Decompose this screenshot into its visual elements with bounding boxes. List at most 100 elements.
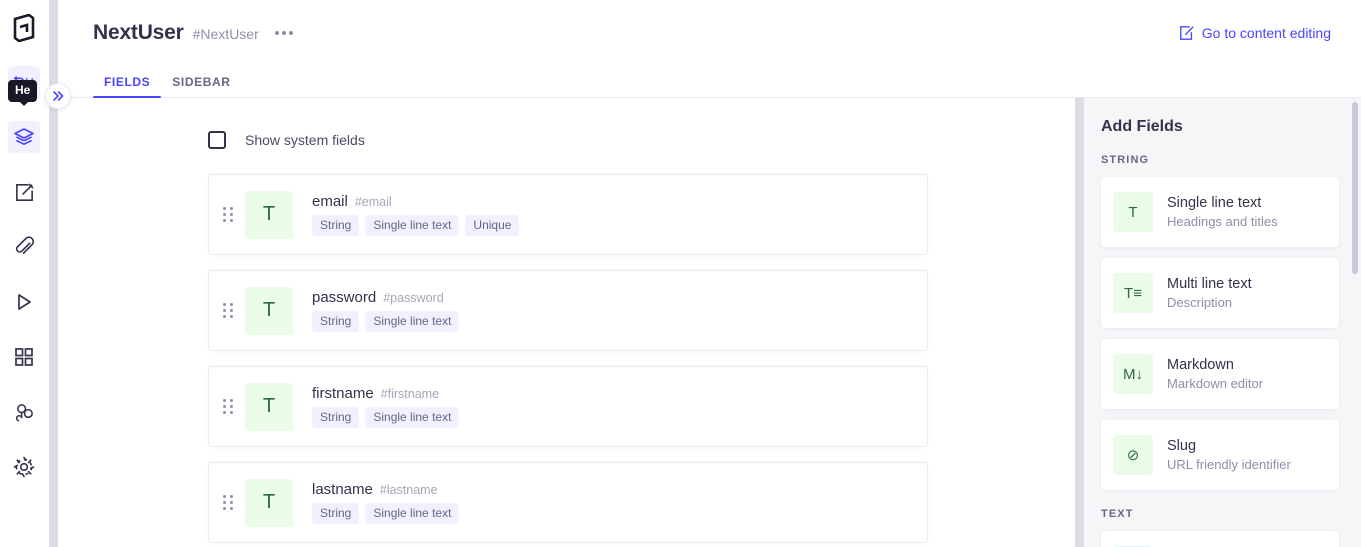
- field-key: #firstname: [380, 387, 440, 401]
- ellipsis-icon: [274, 30, 279, 35]
- field-option-card[interactable]: T≡ Multi line text Description: [1101, 258, 1339, 328]
- field-name: lastname: [312, 481, 373, 498]
- add-fields-groups: STRING T Single line text Headings and titl…: [1101, 154, 1339, 547]
- field-card[interactable]: Tfirstname #firstname String Single line te…: [208, 366, 928, 447]
- status-badge: Single line text: [365, 215, 460, 236]
- field-card[interactable]: Temail #email String Single line text Unique: [208, 174, 928, 255]
- single-line-text-icon: T: [245, 286, 293, 335]
- field-card[interactable]: Tlastname #lastname String Single line text: [208, 462, 928, 543]
- sidebar-item-webhooks[interactable]: [8, 396, 40, 428]
- edit-pencil-icon: [14, 182, 35, 203]
- field-option-description: URL friendly identifier: [1167, 457, 1291, 472]
- sidebar-item-layers[interactable]: [8, 121, 40, 153]
- header-more-button[interactable]: [273, 25, 295, 41]
- field-option-card[interactable]: ▭Rich text: [1101, 531, 1339, 547]
- rail-item-list: M: [0, 66, 48, 483]
- page-title: NextUser: [93, 20, 184, 44]
- sidebar-tooltip: He: [8, 80, 38, 106]
- field-option-name: Slug: [1167, 438, 1197, 454]
- field-option-text: Markdown Markdown editor: [1167, 357, 1263, 391]
- show-system-fields-row[interactable]: Show system fields: [208, 131, 1075, 149]
- sidebar-item-plugins[interactable]: [8, 341, 40, 373]
- status-badge: String: [312, 407, 360, 428]
- field-card[interactable]: Tpassword #password String Single line text: [208, 270, 928, 351]
- paperclip-icon: [14, 236, 35, 258]
- field-option-list: T Single line text Headings and titles T≡ Mu…: [1101, 177, 1339, 490]
- status-badge: String: [312, 311, 360, 332]
- add-fields-title: Add Fields: [1101, 118, 1183, 135]
- header-title-group: NextUser #NextUser: [93, 21, 295, 45]
- tab-sidebar[interactable]: SIDEBAR: [161, 75, 241, 97]
- field-name: firstname: [312, 385, 374, 402]
- field-body: password #password String Single line text: [312, 289, 460, 332]
- status-badge: Single line text: [365, 311, 460, 332]
- field-option-description: Description: [1167, 295, 1233, 310]
- field-key: #lastname: [379, 483, 438, 497]
- page-uid: #NextUser: [192, 25, 259, 42]
- drag-handle-icon[interactable]: [219, 399, 237, 414]
- status-badge: Single line text: [365, 407, 460, 428]
- field-key: #email: [354, 195, 392, 209]
- field-badges: String Single line text Unique: [312, 215, 520, 236]
- show-system-fields-checkbox[interactable]: [208, 131, 226, 149]
- strapi-logo-icon[interactable]: [8, 12, 40, 44]
- play-triangle-icon: [14, 292, 34, 312]
- markdown-icon: M↓: [1113, 354, 1153, 394]
- sidebar-collapse-button[interactable]: [45, 83, 71, 109]
- field-option-card[interactable]: ⊘ Slug URL friendly identifier: [1101, 420, 1339, 490]
- sidebar-item-content-manager[interactable]: [8, 176, 40, 208]
- single-line-text-icon: T: [245, 382, 293, 431]
- drag-handle-icon[interactable]: [219, 495, 237, 510]
- field-badges: String Single line text: [312, 311, 460, 332]
- status-badge: Single line text: [365, 503, 460, 524]
- field-body: email #email String Single line text Unique: [312, 193, 520, 236]
- field-card-list: Temail #email String Single line text Unique…: [208, 174, 928, 543]
- drag-handle-icon[interactable]: [219, 207, 237, 222]
- single-line-text-icon: T: [245, 190, 293, 239]
- link-chain-icon: ⊘: [1113, 435, 1153, 475]
- field-option-description: Headings and titles: [1167, 214, 1278, 229]
- add-fields-panel: Add Fields STRING T Single line text Headin…: [1084, 98, 1361, 547]
- field-key: #password: [383, 291, 444, 305]
- ellipsis-icon: [288, 30, 293, 35]
- sidebar-item-playground[interactable]: [8, 286, 40, 318]
- field-body: firstname #firstname String Single line tex…: [312, 385, 460, 428]
- field-badges: String Single line text: [312, 407, 460, 428]
- layers-icon: [13, 127, 35, 147]
- single-line-text-icon: T: [1113, 192, 1153, 232]
- field-name: email: [312, 193, 348, 210]
- go-to-content-editing-link[interactable]: Go to content editing: [1179, 25, 1331, 41]
- show-system-fields-label: Show system fields: [245, 132, 365, 148]
- drag-handle-icon[interactable]: [219, 303, 237, 318]
- field-option-name: Single line text: [1167, 195, 1262, 211]
- status-badge: String: [312, 503, 360, 524]
- sidebar-item-settings[interactable]: [8, 451, 40, 483]
- field-body: lastname #lastname String Single line text: [312, 481, 460, 524]
- tab-bar: FIELDS SIDEBAR: [58, 65, 1361, 98]
- field-option-card[interactable]: T Single line text Headings and titles: [1101, 177, 1339, 247]
- field-option-list: ▭Rich text: [1101, 531, 1339, 547]
- edit-square-icon: [1179, 25, 1195, 41]
- panel-divider: [1075, 98, 1084, 547]
- field-group-label: STRING: [1101, 154, 1150, 166]
- fields-main-area: Show system fields Temail #email String Sin…: [58, 98, 1075, 547]
- field-badges: String Single line text: [312, 503, 460, 524]
- field-name-row: email #email: [312, 193, 519, 210]
- field-option-text: Single line text Headings and titles: [1167, 195, 1278, 229]
- go-to-content-editing-label: Go to content editing: [1201, 24, 1331, 41]
- panel-scrollbar-thumb[interactable]: [1352, 102, 1358, 274]
- field-option-card[interactable]: M↓ Markdown Markdown editor: [1101, 339, 1339, 409]
- field-option-name: Multi line text: [1167, 276, 1252, 292]
- field-option-name: Markdown: [1167, 357, 1234, 373]
- tab-fields[interactable]: FIELDS: [93, 75, 162, 98]
- field-group-label: TEXT: [1101, 508, 1134, 520]
- app-root: M: [0, 0, 1361, 547]
- status-badge: Unique: [465, 215, 520, 236]
- sidebar-item-media-library[interactable]: [8, 231, 40, 263]
- status-badge: String: [312, 215, 360, 236]
- multi-line-text-icon: T≡: [1113, 273, 1153, 313]
- field-name-row: password #password: [312, 289, 459, 306]
- field-name-row: firstname #firstname: [312, 385, 459, 402]
- left-icon-rail: M: [0, 0, 48, 547]
- field-option-description: Markdown editor: [1167, 376, 1264, 391]
